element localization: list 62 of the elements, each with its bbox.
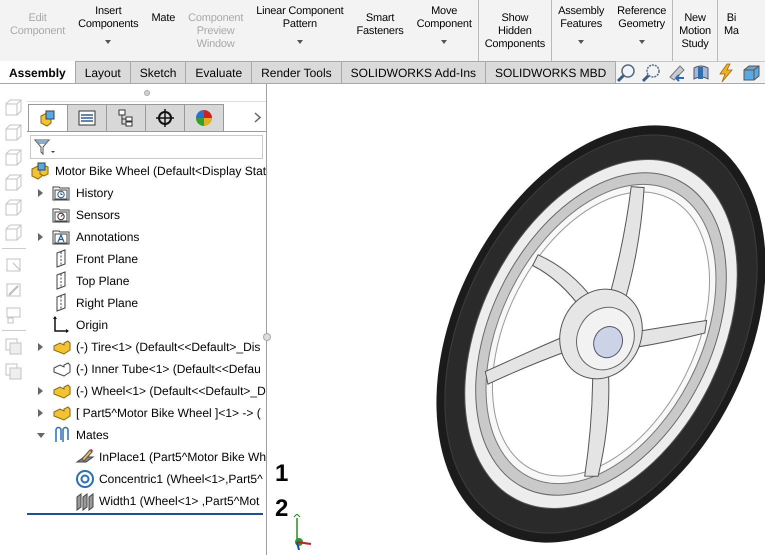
expand-arrow-icon[interactable] (37, 233, 44, 241)
tree-item[interactable]: (-) Wheel<1> (Default<<Default>_D (76, 382, 266, 400)
panel-tab[interactable] (28, 104, 68, 131)
ribbon-tab[interactable]: SOLIDWORKS Add-Ins (342, 61, 486, 83)
tree-item[interactable]: Origin (76, 316, 108, 334)
splitter-handle[interactable] (144, 90, 150, 96)
tree-item[interactable]: History (76, 184, 114, 202)
ribbon-tab[interactable]: SOLIDWORKS MBD (486, 61, 616, 83)
tree-item[interactable]: Annotations (76, 228, 140, 246)
callout-number: 1 (275, 460, 288, 488)
tree-item[interactable]: Top Plane (76, 272, 130, 290)
toolbar-button[interactable]: Mate (145, 0, 182, 61)
caret-icon (441, 40, 448, 44)
expand-arrow-icon[interactable] (37, 387, 44, 395)
color-ball-icon (194, 108, 214, 128)
toolbar-button[interactable]: Reference Geometry (611, 0, 674, 61)
zoom-area-icon[interactable] (641, 63, 662, 83)
ribbon-tab[interactable]: Sketch (130, 61, 186, 83)
toolbar-button[interactable]: Bi Ma (718, 0, 746, 61)
parallel-bars-icon (75, 491, 95, 511)
caret-icon (105, 40, 112, 44)
splitter-handle[interactable] (263, 333, 271, 341)
panel-tab[interactable] (145, 104, 185, 131)
tree-item[interactable]: Width1 (Wheel<1> ,Part5^Mot (99, 492, 260, 510)
ribbon-tab[interactable]: Layout (76, 61, 131, 83)
toolbar-button[interactable]: Assembly Features (552, 0, 612, 61)
zoom-icon[interactable] (616, 63, 636, 83)
chevron-right-icon[interactable] (254, 112, 261, 123)
toolbar-button[interactable]: Smart Fasteners (350, 0, 411, 61)
caret-icon (296, 40, 303, 44)
list-icon (77, 108, 97, 128)
tree-item[interactable]: Concentric1 (Wheel<1>,Part5^ (99, 470, 263, 488)
tree-item[interactable]: (-) Tire<1> (Default<<Default>_Dis (76, 338, 260, 356)
filter-field[interactable] (30, 135, 263, 159)
ribbon-tab[interactable]: Evaluate (186, 61, 252, 83)
tree-item[interactable]: Front Plane (76, 250, 138, 268)
ribbon-tab[interactable]: Render Tools (252, 61, 342, 83)
toolbar-button[interactable]: New Motion Study (673, 0, 718, 61)
toolbar-button[interactable]: Insert Components (72, 0, 146, 61)
ribbon-tab[interactable]: Assembly (0, 61, 76, 83)
panel-tab[interactable] (67, 104, 107, 131)
caret-icon (578, 40, 584, 44)
collapse-arrow-icon[interactable] (37, 432, 45, 438)
tree-item[interactable]: Motor Bike Wheel (Default<Display Stat (55, 162, 266, 180)
callout-number: 2 (275, 495, 288, 523)
expand-arrow-icon[interactable] (37, 409, 44, 417)
expand-arrow-icon[interactable] (37, 343, 44, 351)
caret-icon (638, 40, 645, 44)
tree-item[interactable]: Right Plane (76, 294, 138, 312)
assembly-icon (31, 161, 51, 181)
concentric-circles-icon (75, 469, 95, 489)
tree-item[interactable]: Mates (76, 426, 109, 444)
toolbar-button[interactable]: Linear Component Pattern (250, 0, 350, 61)
tree-item[interactable]: [ Part5^Motor Bike Wheel ]<1> -> ( (76, 404, 261, 422)
cube-icon[interactable] (741, 63, 762, 83)
tree-item[interactable]: InPlace1 (Part5^Motor Bike Wh (99, 448, 266, 466)
expand-arrow-icon[interactable] (37, 189, 44, 197)
tree-item[interactable]: (-) Inner Tube<1> (Default<<Defau (76, 360, 261, 378)
panel-tab[interactable] (106, 104, 146, 131)
crosshair-icon (155, 108, 175, 128)
tree-item[interactable]: Sensors (76, 206, 120, 224)
filter-icon (34, 138, 56, 156)
